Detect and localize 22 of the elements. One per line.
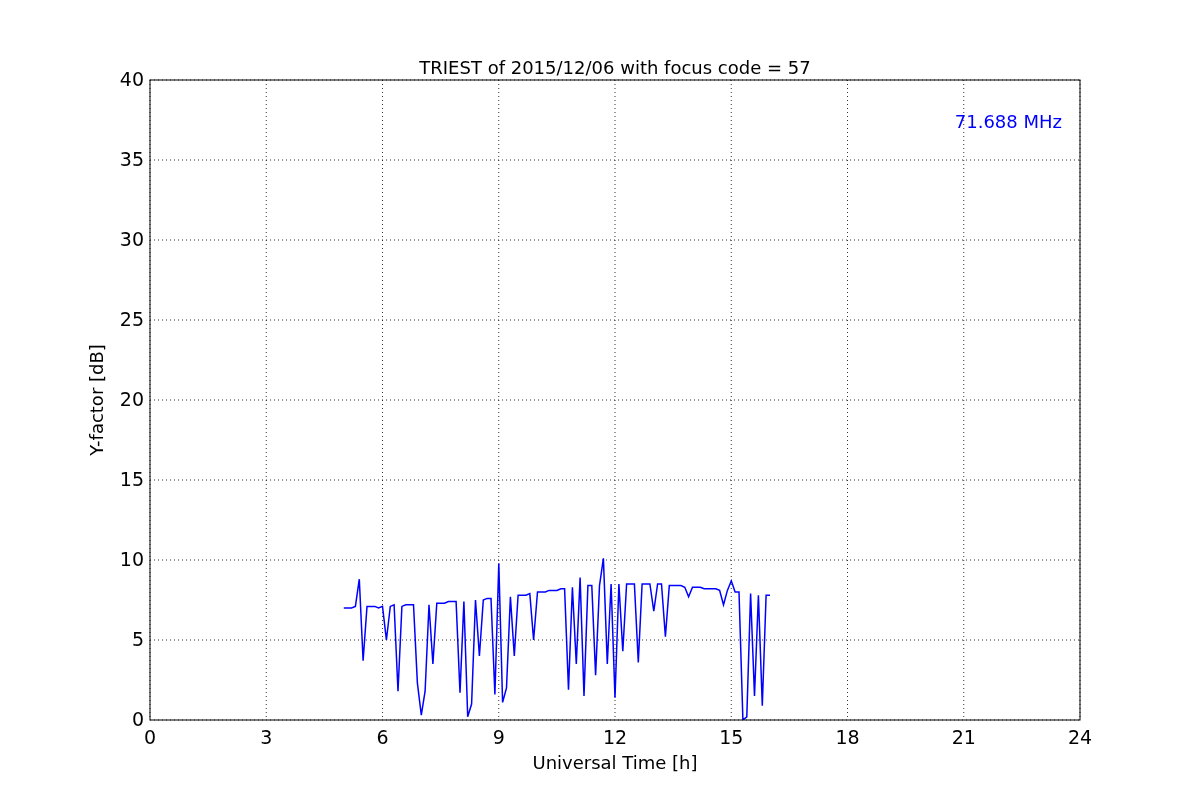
x-tick-label: 15	[719, 726, 744, 748]
y-tick-label: 40	[119, 68, 144, 90]
x-tick-label: 9	[492, 726, 505, 748]
x-tick-label: 24	[1067, 726, 1093, 748]
y-tick-label: 25	[119, 308, 144, 330]
chart-title: TRIEST of 2015/12/06 with focus code = 57	[419, 57, 811, 78]
y-tick-label: 15	[119, 468, 144, 490]
y-tick-label: 35	[119, 148, 144, 170]
y-axis-label: Y-factor [dB]	[86, 344, 107, 456]
x-tick-label: 0	[143, 726, 157, 748]
y-tick-label: 0	[131, 708, 144, 730]
y-tick-label: 5	[131, 628, 144, 650]
x-tick-label: 18	[835, 726, 860, 748]
x-tick-label: 6	[376, 726, 389, 748]
x-tick-label: 21	[951, 726, 976, 748]
x-tick-label: 12	[602, 726, 628, 748]
y-tick-label: 10	[119, 548, 144, 570]
x-axis-label: Universal Time [h]	[532, 752, 698, 773]
x-tick-label: 3	[260, 726, 273, 748]
series-label: 71.688 MHz	[954, 111, 1062, 132]
y-tick-label: 20	[119, 388, 144, 410]
y-tick-label: 30	[119, 228, 144, 250]
